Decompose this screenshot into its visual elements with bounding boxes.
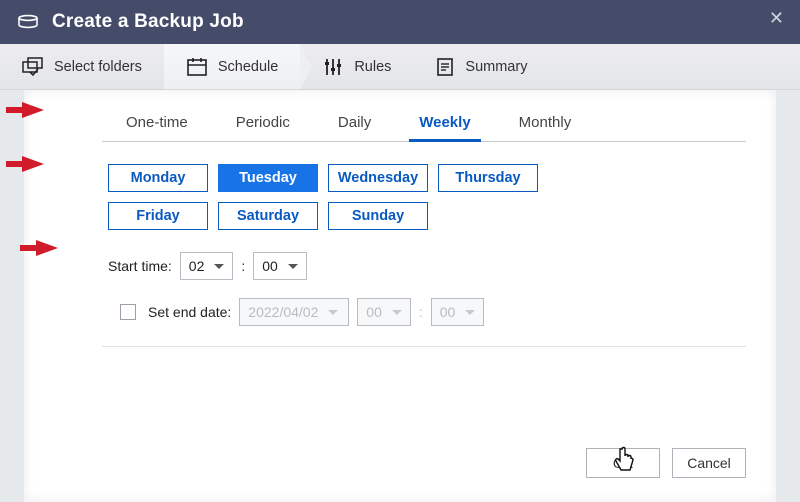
end-minute-select[interactable]: 00 — [431, 298, 485, 326]
day-wednesday[interactable]: Wednesday — [328, 164, 428, 192]
tab-one-time[interactable]: One-time — [122, 108, 192, 141]
schedule-panel: One-time Periodic Daily Weekly Monthly M… — [24, 90, 776, 502]
tab-monthly[interactable]: Monthly — [515, 108, 576, 141]
day-monday[interactable]: Monday — [108, 164, 208, 192]
day-sunday[interactable]: Sunday — [328, 202, 428, 230]
document-icon — [435, 57, 455, 77]
chevron-down-icon — [328, 310, 338, 315]
day-friday[interactable]: Friday — [108, 202, 208, 230]
title: Create a Backup Job — [52, 11, 244, 33]
day-selector: Monday Tuesday Wednesday Thursday Friday… — [102, 164, 622, 230]
day-thursday[interactable]: Thursday — [438, 164, 538, 192]
calendar-icon — [186, 57, 208, 77]
step-select-folders[interactable]: Select folders — [0, 44, 164, 89]
start-hour-select[interactable]: 02 — [180, 252, 234, 280]
end-minute-value: 00 — [440, 304, 456, 320]
annotation-arrow-icon — [22, 156, 44, 172]
end-date-row: Set end date: 2022/04/02 00 : 00 — [102, 298, 746, 326]
step-summary[interactable]: Summary — [413, 44, 549, 89]
step-bar: Select folders Schedule Rules Summary — [0, 44, 800, 90]
end-date-select[interactable]: 2022/04/02 — [239, 298, 349, 326]
start-minute-select[interactable]: 00 — [253, 252, 307, 280]
end-hour-value: 00 — [366, 304, 382, 320]
tab-weekly[interactable]: Weekly — [415, 108, 474, 141]
start-time-row: Start time: 02 : 00 — [102, 252, 746, 280]
step-label: Schedule — [218, 59, 278, 75]
chevron-down-icon — [465, 310, 475, 315]
day-tuesday[interactable]: Tuesday — [218, 164, 318, 192]
sliders-icon — [322, 57, 344, 77]
annotation-arrow-icon — [36, 240, 58, 256]
step-label: Summary — [465, 59, 527, 75]
schedule-tabs: One-time Periodic Daily Weekly Monthly — [102, 108, 746, 142]
annotation-arrow-icon — [22, 102, 44, 118]
chevron-down-icon — [288, 264, 298, 269]
end-date-checkbox[interactable] — [120, 304, 136, 320]
start-hour-value: 02 — [189, 258, 205, 274]
folders-icon — [22, 57, 44, 77]
cancel-button[interactable]: Cancel — [672, 448, 746, 478]
tab-daily[interactable]: Daily — [334, 108, 375, 141]
time-colon: : — [241, 258, 245, 274]
chevron-down-icon — [214, 264, 224, 269]
dialog-footer: OK Cancel — [586, 448, 746, 478]
ok-button[interactable]: OK — [586, 448, 660, 478]
step-rules[interactable]: Rules — [300, 44, 413, 89]
tab-periodic[interactable]: Periodic — [232, 108, 294, 141]
end-hour-select[interactable]: 00 — [357, 298, 411, 326]
step-label: Rules — [354, 59, 391, 75]
step-schedule[interactable]: Schedule — [164, 44, 300, 89]
end-date-value: 2022/04/02 — [248, 304, 318, 320]
step-label: Select folders — [54, 59, 142, 75]
end-date-label: Set end date: — [148, 304, 231, 320]
time-colon: : — [419, 304, 423, 320]
titlebar: Create a Backup Job ✕ — [0, 0, 800, 44]
chevron-down-icon — [392, 310, 402, 315]
start-minute-value: 00 — [262, 258, 278, 274]
close-icon[interactable]: ✕ — [769, 8, 784, 29]
divider — [102, 346, 746, 347]
nas-icon — [16, 12, 40, 32]
day-saturday[interactable]: Saturday — [218, 202, 318, 230]
start-time-label: Start time: — [108, 258, 172, 274]
